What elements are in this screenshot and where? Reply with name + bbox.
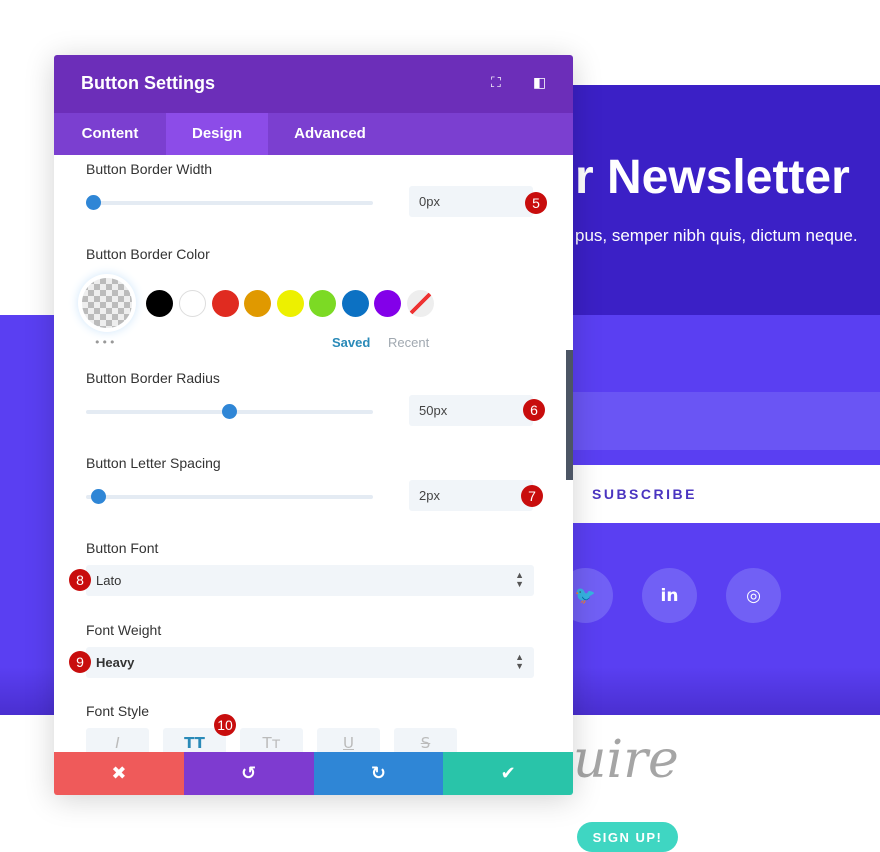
- selected-font: Lato: [96, 573, 122, 588]
- saved-colors-tab[interactable]: Saved: [332, 335, 370, 350]
- button-font-label: Button Font: [86, 540, 159, 556]
- modal-scrollbar[interactable]: [566, 350, 573, 480]
- newsletter-subtext: pus, semper nibh quis, dictum neque.: [575, 226, 858, 245]
- step-badge: 7: [521, 485, 543, 507]
- newsletter-headline: r Newsletter: [575, 151, 850, 204]
- sign-up-button[interactable]: SIGN UP!: [577, 822, 678, 852]
- cancel-button[interactable]: ✖: [54, 752, 184, 795]
- tab-design[interactable]: Design: [166, 113, 268, 155]
- no-color-swatch[interactable]: [407, 290, 434, 317]
- color-swatch-blue[interactable]: [342, 290, 369, 317]
- font-weight-select[interactable]: Heavy ▲ ▼: [86, 647, 534, 678]
- color-swatch-orange[interactable]: [244, 290, 271, 317]
- recent-colors-tab[interactable]: Recent: [388, 335, 429, 350]
- undo-button[interactable]: ↺: [183, 752, 314, 795]
- modal-footer: ✖ ↺ ↻ ✔: [54, 752, 573, 795]
- tab-bar: Content Design Advanced: [54, 113, 573, 155]
- modal-header: Button Settings ⛶ ◧: [54, 55, 573, 113]
- letter-spacing-slider[interactable]: [86, 489, 373, 504]
- subscribe-label: SUBSCRIBE: [592, 486, 697, 502]
- select-arrows-icon: ▲ ▼: [515, 570, 524, 589]
- script-logo: uire: [573, 730, 679, 790]
- slider-handle[interactable]: [91, 489, 106, 504]
- tab-content[interactable]: Content: [54, 113, 166, 155]
- step-badge: 9: [69, 651, 91, 673]
- color-swatch-black[interactable]: [146, 290, 173, 317]
- selected-weight: Heavy: [96, 655, 135, 670]
- redo-button[interactable]: ↻: [313, 752, 444, 795]
- letter-spacing-label: Button Letter Spacing: [86, 455, 221, 471]
- step-badge: 8: [69, 569, 91, 591]
- sidebar-layout-icon[interactable]: ◧: [533, 75, 549, 91]
- letter-spacing-input[interactable]: 2px: [409, 480, 533, 511]
- tab-advanced[interactable]: Advanced: [268, 113, 392, 155]
- button-settings-modal: Button Settings ⛶ ◧ Content Design Advan…: [54, 55, 573, 795]
- slider-handle[interactable]: [222, 404, 237, 419]
- step-badge: 5: [525, 192, 547, 214]
- more-options-icon[interactable]: •••: [94, 336, 116, 349]
- slider-handle[interactable]: [86, 195, 101, 210]
- color-picker-eyedropper[interactable]: [82, 278, 132, 328]
- border-radius-label: Button Border Radius: [86, 370, 220, 386]
- border-width-input[interactable]: 0px: [409, 186, 533, 217]
- instagram-icon[interactable]: ◎: [726, 568, 781, 623]
- expand-icon[interactable]: ⛶: [491, 75, 507, 91]
- linkedin-icon[interactable]: in: [642, 568, 697, 623]
- border-width-slider[interactable]: [86, 195, 373, 210]
- color-swatch-purple[interactable]: [374, 290, 401, 317]
- color-swatch-yellow[interactable]: [277, 290, 304, 317]
- border-color-label: Button Border Color: [86, 246, 210, 262]
- button-font-select[interactable]: Lato ▲ ▼: [86, 565, 534, 596]
- border-radius-slider[interactable]: [86, 404, 373, 419]
- color-swatch-green[interactable]: [309, 290, 336, 317]
- step-badge: 10: [214, 714, 236, 736]
- color-swatch-white[interactable]: [179, 290, 206, 317]
- step-badge: 6: [523, 399, 545, 421]
- font-weight-label: Font Weight: [86, 622, 162, 638]
- border-width-label: Button Border Width: [86, 161, 213, 177]
- modal-title: Button Settings: [81, 73, 215, 93]
- save-button[interactable]: ✔: [443, 752, 573, 795]
- select-arrows-icon: ▲ ▼: [515, 652, 524, 671]
- font-style-label: Font Style: [86, 703, 150, 719]
- email-input[interactable]: [573, 392, 880, 450]
- border-radius-input[interactable]: 50px: [409, 395, 533, 426]
- color-swatch-red[interactable]: [212, 290, 239, 317]
